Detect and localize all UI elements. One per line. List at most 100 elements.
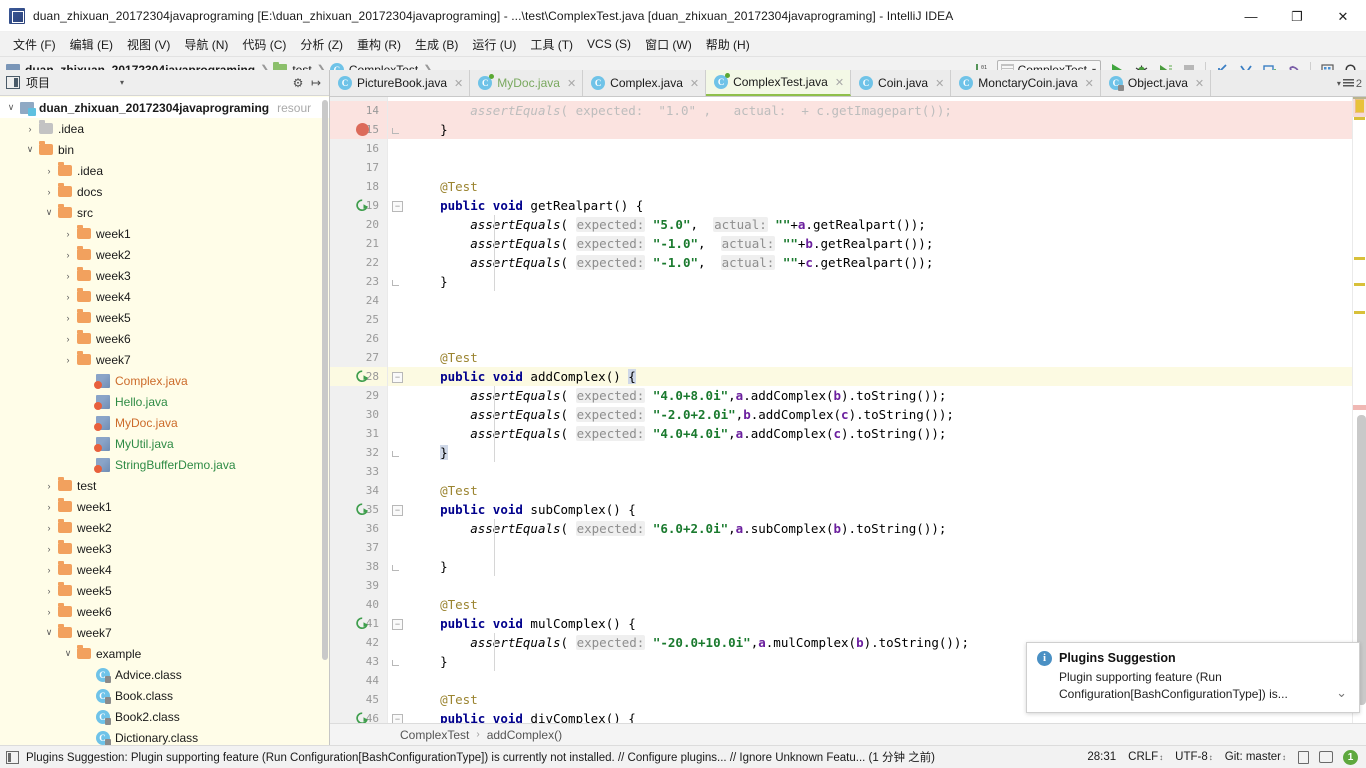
tree-node[interactable]: ›week3	[0, 265, 329, 286]
scrollbar-thumb[interactable]	[322, 100, 328, 660]
code-line[interactable]: @Test	[408, 348, 1352, 367]
tree-node[interactable]: ∨bin	[0, 139, 329, 160]
chevron-down-icon[interactable]: ⌄	[1336, 685, 1347, 701]
chevron-down-icon[interactable]: ∨	[23, 144, 37, 155]
chevron-right-icon[interactable]: ›	[42, 187, 56, 197]
code-line[interactable]: }	[408, 443, 1352, 462]
menu-vcs[interactable]: VCS (S)	[580, 34, 638, 54]
code-line[interactable]: assertEquals( expected: "4.0+4.0i",a.add…	[408, 424, 1352, 443]
tree-node[interactable]: ›test	[0, 475, 329, 496]
chevron-right-icon[interactable]: ›	[61, 292, 75, 302]
code-line[interactable]: assertEquals( expected: "4.0+8.0i",a.add…	[408, 386, 1352, 405]
menu-analyze[interactable]: 分析 (Z)	[293, 33, 350, 56]
code-line[interactable]	[408, 291, 1352, 310]
tree-node[interactable]: CBook.class	[0, 685, 329, 706]
tab-list-icon[interactable]	[1343, 79, 1354, 88]
menu-edit[interactable]: 编辑 (E)	[63, 33, 120, 56]
chevron-down-icon[interactable]: ∨	[42, 627, 56, 638]
tree-node[interactable]: CBook2.class	[0, 706, 329, 727]
gutter-line[interactable]: 15	[330, 120, 387, 139]
gutter-line[interactable]: 36	[330, 519, 387, 538]
plugins-suggestion-notification[interactable]: i Plugins Suggestion Plugin supporting f…	[1026, 642, 1360, 713]
gutter-line[interactable]: 37	[330, 538, 387, 557]
code-line[interactable]	[408, 310, 1352, 329]
gutter-line[interactable]: 24	[330, 291, 387, 310]
tree-node[interactable]: ›week4	[0, 286, 329, 307]
chevron-down-icon[interactable]: ∨	[61, 648, 75, 659]
error-stripe-marker-bar[interactable]	[1352, 97, 1366, 723]
close-icon[interactable]: ✕	[935, 77, 944, 90]
chevron-right-icon[interactable]: ›	[61, 229, 75, 239]
chevron-down-icon[interactable]: ▾	[120, 78, 124, 87]
fold-end-icon[interactable]	[392, 280, 399, 286]
project-tree-scrollbar[interactable]	[321, 96, 329, 745]
editor-tabs-overflow[interactable]: ▾ 2	[1337, 70, 1362, 97]
menu-code[interactable]: 代码 (C)	[235, 33, 293, 56]
chevron-right-icon[interactable]: ›	[42, 544, 56, 554]
gutter-line[interactable]: 40	[330, 595, 387, 614]
gutter-line[interactable]: 32	[330, 443, 387, 462]
editor-tab[interactable]: CComplex.java✕	[583, 70, 706, 96]
run-test-gutter-icon[interactable]	[356, 370, 369, 383]
run-test-gutter-icon[interactable]	[356, 617, 369, 630]
editor-breadcrumb-class[interactable]: ComplexTest	[400, 728, 469, 742]
gutter-line[interactable]: 45	[330, 690, 387, 709]
tree-node[interactable]: ›week2	[0, 244, 329, 265]
run-test-gutter-icon[interactable]	[356, 712, 369, 723]
chevron-right-icon[interactable]: ›	[42, 502, 56, 512]
tree-node[interactable]: Complex.java	[0, 370, 329, 391]
chevron-right-icon[interactable]: ›	[42, 523, 56, 533]
editor-tab[interactable]: CPictureBook.java✕	[330, 70, 470, 96]
code-line[interactable]: @Test	[408, 595, 1352, 614]
file-encoding[interactable]: UTF-8↕	[1175, 751, 1213, 763]
menu-navigate[interactable]: 导航 (N)	[177, 33, 235, 56]
chevron-down-icon[interactable]: ▾	[1337, 79, 1341, 88]
tree-node[interactable]: ›.idea	[0, 160, 329, 181]
code-line[interactable]	[408, 576, 1352, 595]
chevron-right-icon[interactable]: ›	[61, 355, 75, 365]
tree-node[interactable]: ›week5	[0, 307, 329, 328]
tree-node[interactable]: ›week5	[0, 580, 329, 601]
code-line[interactable]: assertEquals( expected: "6.0+2.0i",a.sub…	[408, 519, 1352, 538]
gutter-line[interactable]: 38	[330, 557, 387, 576]
editor-tab[interactable]: CObject.java✕	[1101, 70, 1211, 96]
run-test-gutter-icon[interactable]	[356, 503, 369, 516]
code-line[interactable]: }	[408, 120, 1352, 139]
gutter-line[interactable]: 46	[330, 709, 387, 723]
chevron-right-icon[interactable]: ›	[61, 271, 75, 281]
gutter-line[interactable]: 43	[330, 652, 387, 671]
fold-collapse-icon[interactable]: −	[392, 372, 403, 383]
settings-gear-icon[interactable]: ⚙	[289, 76, 307, 90]
chevron-right-icon[interactable]: ›	[42, 166, 56, 176]
tree-node[interactable]: ›week2	[0, 517, 329, 538]
tree-node[interactable]: ›week7	[0, 349, 329, 370]
code-line[interactable]: public void subComplex() {	[408, 500, 1352, 519]
close-button[interactable]: ✕	[1320, 0, 1366, 32]
menu-view[interactable]: 视图 (V)	[120, 33, 177, 56]
tree-node[interactable]: ›week4	[0, 559, 329, 580]
close-icon[interactable]: ✕	[835, 76, 844, 89]
editor-fold-gutter[interactable]: −−−−−	[388, 97, 408, 723]
gutter-line[interactable]: 31	[330, 424, 387, 443]
menu-help[interactable]: 帮助 (H)	[699, 33, 757, 56]
breakpoint-icon[interactable]	[356, 123, 369, 136]
editor-tab[interactable]: CComplexTest.java✕	[706, 70, 851, 96]
chevron-right-icon[interactable]: ›	[42, 586, 56, 596]
close-icon[interactable]: ✕	[690, 77, 699, 90]
editor-gutter[interactable]: 1415161718192021222324252627282930313233…	[330, 97, 388, 723]
git-branch[interactable]: Git: master↕	[1225, 751, 1286, 763]
chevron-right-icon[interactable]: ›	[23, 124, 37, 134]
fold-end-icon[interactable]	[392, 660, 399, 666]
code-line[interactable]	[408, 538, 1352, 557]
hide-panel-icon[interactable]: ↦	[307, 76, 325, 90]
close-icon[interactable]: ✕	[1195, 77, 1204, 90]
run-test-gutter-icon[interactable]	[356, 199, 369, 212]
gutter-line[interactable]: 27	[330, 348, 387, 367]
memory-indicator-icon[interactable]	[1319, 751, 1333, 763]
fold-end-icon[interactable]	[392, 451, 399, 457]
code-line[interactable]	[408, 462, 1352, 481]
fold-end-icon[interactable]	[392, 565, 399, 571]
code-line[interactable]	[408, 139, 1352, 158]
menu-refactor[interactable]: 重构 (R)	[350, 33, 408, 56]
notification-badge[interactable]: 1	[1343, 750, 1358, 765]
